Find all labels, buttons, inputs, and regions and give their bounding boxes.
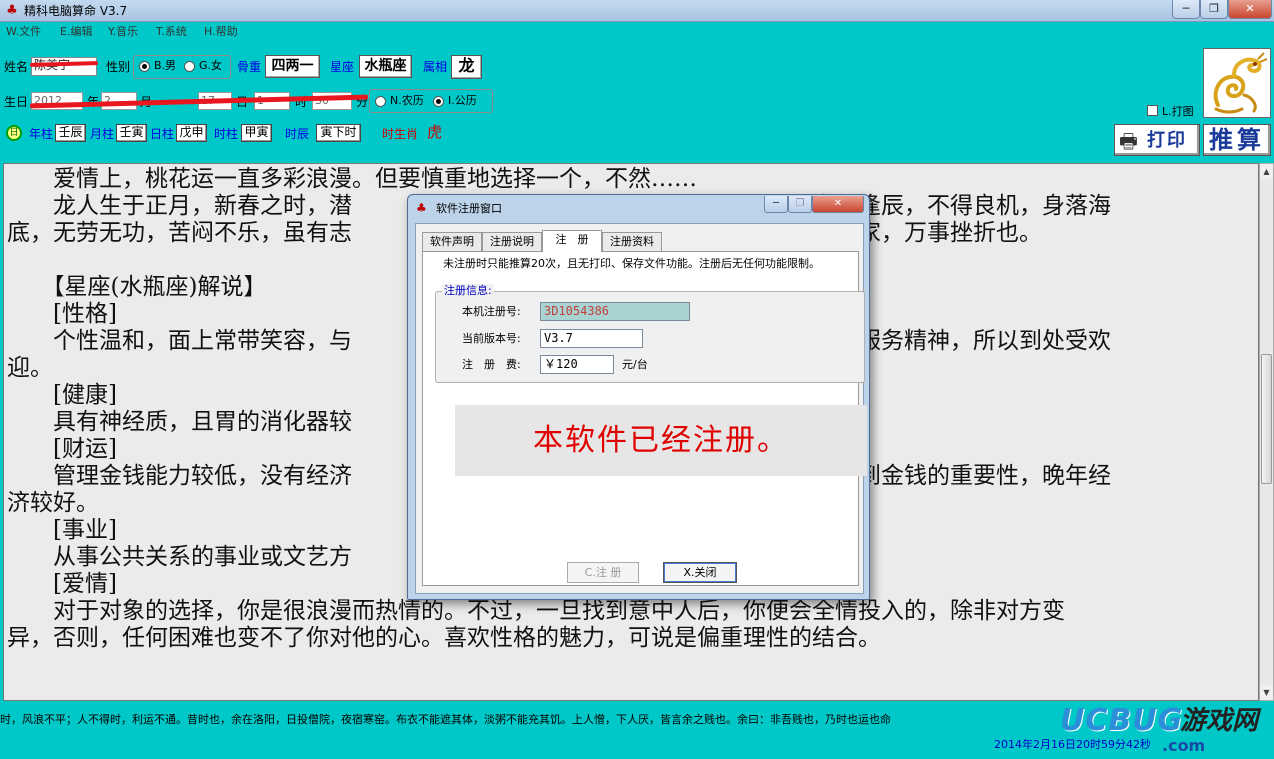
zodiac-value: 龙 <box>451 55 482 79</box>
scroll-down-icon[interactable]: ▼ <box>1260 685 1273 700</box>
scrollbar-thumb[interactable] <box>1261 354 1272 484</box>
registration-info-group: 注册信息: 本机注册号: 3D1054386 当前版本号: V3.7 注 册 费… <box>435 284 865 383</box>
tab-register[interactable]: 注 册 <box>542 230 602 252</box>
gender-female-label[interactable]: G.女 <box>199 58 222 74</box>
hour-zodiac-label: 时生肖 <box>382 127 419 141</box>
dialog-app-icon: ♣ <box>416 201 427 215</box>
gender-female-radio[interactable] <box>184 61 195 72</box>
dialog-minimize-button[interactable]: ─ <box>764 196 788 213</box>
print-button-label: 打印 <box>1147 130 1187 151</box>
fee-field: ￥120 <box>540 355 614 374</box>
tab-registration-info[interactable]: 注册资料 <box>602 232 662 251</box>
version-label: 当前版本号: <box>462 332 521 345</box>
result-line: 异，否则，任何困难也变不了你对他的心。喜欢性格的魅力，可说是偏重理性的结合。 <box>7 625 881 651</box>
bone-weight-label: 骨重 <box>237 60 262 74</box>
dialog-title: 软件注册窗口 <box>436 202 502 215</box>
gender-male-label[interactable]: B.男 <box>154 58 176 74</box>
minimize-button[interactable]: ─ <box>1172 0 1200 19</box>
registered-message: 本软件已经注册。 <box>455 405 867 476</box>
title-bar: ♣ 精科电脑算命 V3.7 ─ ❐ ✕ <box>0 0 1274 22</box>
month-pillar-value: 壬寅 <box>116 124 147 142</box>
tab-software-statement[interactable]: 软件声明 <box>422 232 482 251</box>
registration-group-title: 注册信息: <box>442 284 494 298</box>
dragon-icon <box>1213 52 1268 114</box>
machine-id-field[interactable]: 3D1054386 <box>540 302 690 321</box>
print-chart-label[interactable]: L.打图 <box>1162 104 1194 120</box>
hour-pillar-value: 甲寅 <box>241 124 272 142</box>
result-scrollbar[interactable]: ▲ ▼ <box>1259 163 1274 701</box>
dialog-client-area: 软件声明 注册说明 注 册 注册资料 未注册时只能推算20次，且无打印、保存文件… <box>415 223 867 594</box>
fee-unit: 元/台 <box>622 358 648 371</box>
dialog-close-button[interactable]: ✕ <box>812 196 864 213</box>
hour-pillar-label: 时柱 <box>214 127 239 141</box>
year-pillar-value: 壬辰 <box>55 124 86 142</box>
result-line: 爱情上，桃花运一直多彩浪漫。但要慎重地选择一个，不然…… <box>7 166 697 192</box>
hour-zodiac-value: 虎 <box>427 123 443 141</box>
constellation-value: 水瓶座 <box>359 55 412 78</box>
machine-id-label: 本机注册号: <box>462 305 521 318</box>
lunar-radio[interactable] <box>375 96 386 107</box>
shichen-value: 寅下时 <box>316 124 361 142</box>
result-line: 对于对象的选择，你是很浪漫而热情的。不过，一旦找到意中人后，你便会全情投入的，除… <box>7 598 1065 624</box>
version-field: V3.7 <box>540 329 643 348</box>
app-window: ♣ 精科电脑算命 V3.7 ─ ❐ ✕ W.文件 E.编辑 Y.音乐 T.系统 … <box>0 0 1274 759</box>
maximize-button[interactable]: ❐ <box>1200 0 1228 19</box>
menu-bar: W.文件 E.编辑 Y.音乐 T.系统 H.帮助 <box>0 22 1274 41</box>
calculate-button[interactable]: 推算 <box>1203 124 1271 156</box>
gender-label: 性别 <box>106 60 131 74</box>
bone-weight-value: 四两一 <box>265 55 320 78</box>
watermark-sub: .com <box>1162 736 1206 755</box>
fee-label: 注 册 费: <box>462 358 521 371</box>
name-label: 姓名 <box>4 60 29 74</box>
scroll-up-icon[interactable]: ▲ <box>1260 164 1273 179</box>
app-icon: ♣ <box>6 3 18 18</box>
menu-system[interactable]: T.系统 <box>156 25 187 39</box>
print-chart-checkbox[interactable] <box>1147 105 1158 116</box>
close-window-button[interactable]: ✕ <box>1228 0 1272 19</box>
site-watermark: UCBUG 游戏网 .com <box>1060 704 1274 759</box>
window-title: 精科电脑算命 V3.7 <box>24 4 128 18</box>
registration-dialog: ♣ 软件注册窗口 ─ ❐ ✕ 软件声明 注册说明 注 册 注册资料 未注册时只能… <box>407 194 870 600</box>
constellation-label: 星座 <box>330 60 355 74</box>
menu-edit[interactable]: E.编辑 <box>60 25 92 39</box>
print-button[interactable]: 🖶 打印 <box>1114 124 1200 156</box>
printer-icon: 🖶 <box>1119 129 1138 153</box>
solar-label[interactable]: I.公历 <box>448 93 477 109</box>
lunar-label[interactable]: N.农历 <box>390 93 424 109</box>
zodiac-label: 属相 <box>423 60 448 74</box>
close-dialog-button[interactable]: X.关闭 <box>663 562 737 583</box>
day-pillar-value: 戊申 <box>176 124 207 142</box>
trial-notice: 未注册时只能推算20次，且无打印、保存文件功能。注册后无任何功能限制。 <box>443 257 820 270</box>
watermark-cn: 游戏网 <box>1180 706 1259 736</box>
sun-marker-icon: 日 <box>6 125 22 141</box>
dialog-maximize-button: ❐ <box>788 196 812 213</box>
menu-help[interactable]: H.帮助 <box>204 25 238 39</box>
month-pillar-label: 月柱 <box>90 127 115 141</box>
menu-file[interactable]: W.文件 <box>6 25 41 39</box>
gender-male-radio[interactable] <box>139 61 150 72</box>
shichen-label: 时辰 <box>285 127 310 141</box>
dragon-logo <box>1203 48 1271 118</box>
birth-label: 生日 <box>4 95 29 109</box>
year-pillar-label: 年柱 <box>29 127 54 141</box>
day-pillar-label: 日柱 <box>150 127 175 141</box>
tab-registration-instructions[interactable]: 注册说明 <box>482 232 542 251</box>
solar-radio[interactable] <box>433 96 444 107</box>
scrolling-marquee: 时，风浪不平；人不得时，利运不通。昔时也，余在洛阳，日投僧院，夜宿寒窑。布衣不能… <box>0 713 891 726</box>
menu-music[interactable]: Y.音乐 <box>108 25 138 39</box>
watermark-brand: UCBUG <box>1060 703 1184 738</box>
register-button: C.注 册 <box>567 562 639 583</box>
